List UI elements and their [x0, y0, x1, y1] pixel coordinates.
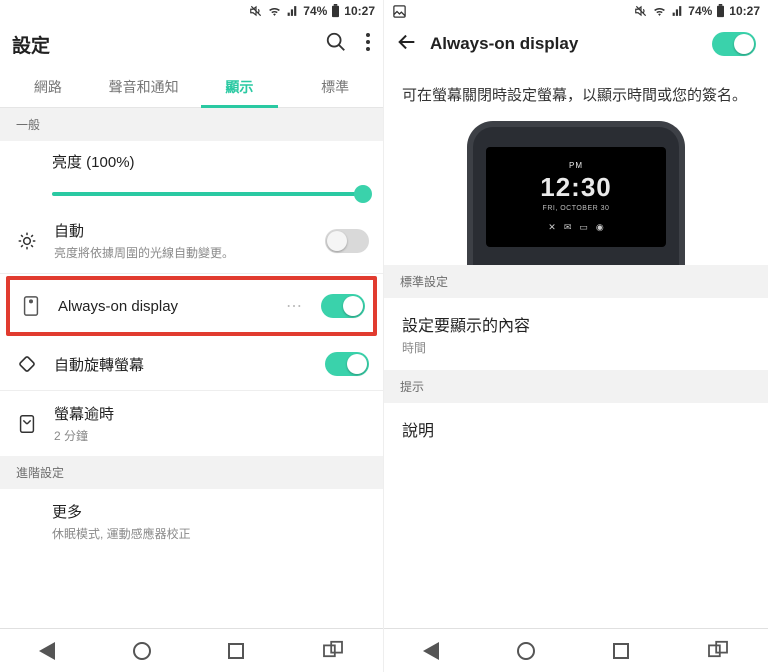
nav-recent-icon[interactable] — [613, 643, 629, 659]
brightness-icon — [14, 231, 40, 251]
brightness-slider[interactable] — [52, 192, 365, 196]
status-time: 10:27 — [344, 4, 375, 18]
clock-time: 12:30 — [540, 172, 612, 203]
nav-home-icon[interactable] — [133, 642, 151, 660]
settings-tabs: 網路 聲音和通知 顯示 標準 — [0, 66, 383, 108]
nav-back-icon[interactable] — [423, 642, 439, 660]
content-value: 時間 — [402, 339, 750, 356]
aod-highlight: Always-on display ⋯ — [6, 276, 377, 336]
rotate-toggle[interactable] — [325, 352, 369, 376]
brightness-label: 亮度 (100%) — [52, 151, 365, 172]
tab-general[interactable]: 標準 — [287, 66, 383, 107]
more-desc: 休眠模式, 運動感應器校正 — [52, 525, 369, 542]
page-title: 設定 — [12, 31, 313, 58]
clock-date: FRI, OCTOBER 30 — [543, 205, 610, 212]
content-label: 設定要顯示的內容 — [402, 312, 750, 336]
rotate-icon — [14, 353, 40, 375]
section-tip: 提示 — [384, 370, 768, 403]
tab-sound[interactable]: 聲音和通知 — [96, 66, 192, 107]
always-on-display-row[interactable]: Always-on display ⋯ — [10, 280, 373, 332]
status-time: 10:27 — [729, 4, 760, 18]
mock-phone-screen: PM 12:30 FRI, OCTOBER 30 ✕✉▭◉ — [486, 147, 666, 247]
search-icon[interactable] — [325, 31, 347, 57]
gallery-icon — [392, 4, 407, 19]
battery-pct: 74% — [688, 4, 712, 18]
help-row[interactable]: 說明 — [384, 403, 768, 455]
signal-icon — [671, 5, 684, 18]
aod-description: 可在螢幕關閉時設定螢幕，以顯示時間或您的簽名。 — [384, 66, 768, 117]
timeout-icon — [14, 413, 40, 435]
mute-icon — [249, 4, 263, 18]
auto-brightness-row[interactable]: 自動 亮度將依據周圍的光線自動變更。 — [0, 208, 383, 273]
rotate-label: 自動旋轉螢幕 — [54, 354, 311, 375]
timeout-label: 螢幕逾時 — [54, 403, 369, 424]
aod-toggle[interactable] — [321, 294, 365, 318]
nav-recent-icon[interactable] — [228, 643, 244, 659]
aod-label: Always-on display — [58, 298, 272, 315]
aod-more-icon: ⋯ — [286, 296, 303, 316]
battery-icon — [331, 4, 340, 18]
status-bar: 74% 10:27 — [384, 0, 768, 22]
mute-icon — [634, 4, 648, 18]
app-header: 設定 — [0, 22, 383, 66]
aod-icon — [18, 295, 44, 317]
nav-bar — [0, 628, 383, 672]
nav-back-icon[interactable] — [39, 642, 55, 660]
left-phone-screen: 74% 10:27 設定 網路 聲音和通知 顯示 標準 一般 亮度 (100%) — [0, 0, 384, 672]
tab-network[interactable]: 網路 — [0, 66, 96, 107]
nav-dual-window-icon[interactable] — [707, 640, 729, 662]
auto-brightness-toggle[interactable] — [325, 229, 369, 253]
battery-icon — [716, 4, 725, 18]
aod-master-toggle[interactable] — [712, 32, 756, 56]
screen-timeout-row[interactable]: 螢幕逾時 2 分鐘 — [0, 391, 383, 456]
section-general: 一般 — [0, 108, 383, 141]
nav-home-icon[interactable] — [517, 642, 535, 660]
brightness-slider-knob[interactable] — [354, 185, 372, 203]
help-label: 說明 — [402, 417, 750, 441]
nav-dual-window-icon[interactable] — [322, 640, 344, 662]
tab-display[interactable]: 顯示 — [192, 66, 288, 107]
wifi-icon — [652, 5, 667, 18]
battery-pct: 74% — [303, 4, 327, 18]
auto-brightness-desc: 亮度將依據周圍的光線自動變更。 — [54, 244, 311, 261]
clock-notif-icons: ✕✉▭◉ — [548, 222, 603, 233]
section-advanced: 進階設定 — [0, 456, 383, 489]
more-label: 更多 — [52, 501, 369, 522]
clock-ampm: PM — [569, 161, 583, 170]
signal-icon — [286, 5, 299, 18]
back-icon[interactable] — [396, 31, 418, 57]
status-bar: 74% 10:27 — [0, 0, 383, 22]
timeout-value: 2 分鐘 — [54, 427, 369, 444]
wifi-icon — [267, 5, 282, 18]
overflow-menu-icon[interactable] — [365, 32, 371, 56]
aod-page-title: Always-on display — [430, 34, 700, 54]
more-row[interactable]: 更多 休眠模式, 運動感應器校正 — [0, 489, 383, 554]
mock-phone-frame: PM 12:30 FRI, OCTOBER 30 ✕✉▭◉ — [467, 121, 685, 265]
nav-bar — [384, 628, 768, 672]
right-phone-screen: 74% 10:27 Always-on display 可在螢幕關閉時設定螢幕，… — [384, 0, 768, 672]
aod-preview: PM 12:30 FRI, OCTOBER 30 ✕✉▭◉ — [384, 117, 768, 265]
auto-brightness-label: 自動 — [54, 220, 311, 241]
content-row[interactable]: 設定要顯示的內容 時間 — [384, 298, 768, 370]
auto-rotate-row[interactable]: 自動旋轉螢幕 — [0, 338, 383, 390]
section-standard: 標準設定 — [384, 265, 768, 298]
aod-header: Always-on display — [384, 22, 768, 66]
